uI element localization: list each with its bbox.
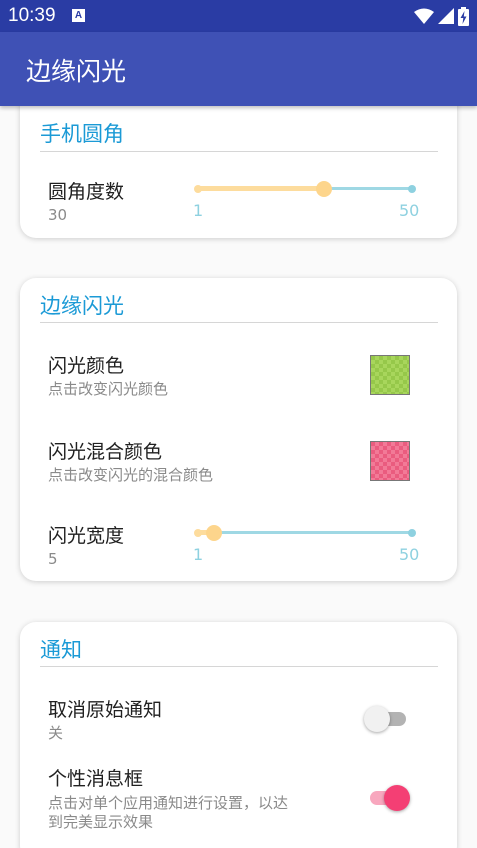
status-icons [414,6,469,26]
notification-card: 通知 取消原始通知 关 个性消息框 点击对单个应用通知进行设置，以达 到完美显示… [20,622,457,848]
switch-thumb [364,706,390,732]
corner-degree-title: 圆角度数 [48,181,125,203]
corner-degree-value: 30 [48,206,68,224]
battery-charging-icon [458,6,469,26]
divider [40,666,438,667]
divider [40,322,438,323]
slider-track [197,531,413,534]
flash-width-title: 闪光宽度 [48,525,125,547]
slider-end-dot [408,185,416,193]
notification-icon: A [72,9,85,22]
cancel-original-subtitle: 关 [48,724,64,742]
slider-start-dot [194,185,202,193]
app-title: 边缘闪光 [26,57,127,86]
signal-icon [438,8,454,24]
status-time: 10:39 [8,5,56,26]
slider-min-label: 1 [193,545,204,564]
slider-max-label: 50 [399,201,420,220]
custom-box-switch[interactable] [364,783,410,813]
edge-flash-card: 边缘闪光 闪光颜色 点击改变闪光颜色 闪光混合颜色 点击改变闪光的混合颜色 闪光… [20,278,457,581]
flash-width-value: 5 [48,550,58,568]
corner-degree-slider[interactable] [194,181,416,197]
slider-fill [197,186,325,191]
slider-thumb[interactable] [206,525,223,541]
wifi-icon [414,8,434,24]
slider-min-label: 1 [193,201,204,220]
section-header-notification: 通知 [40,638,82,662]
custom-box-subtitle-line1: 点击对单个应用通知进行设置，以达 [48,794,289,812]
mix-color-subtitle: 点击改变闪光的混合颜色 [48,466,214,484]
divider [40,151,438,152]
app-bar: 边缘闪光 [0,32,477,106]
slider-start-dot [194,529,202,537]
flash-width-slider[interactable] [194,525,416,541]
flash-color-title: 闪光颜色 [48,355,125,377]
status-bar: 10:39 A [0,0,477,32]
corner-radius-card: 手机圆角 圆角度数 30 1 50 [20,100,457,238]
slider-max-label: 50 [399,545,420,564]
slider-thumb[interactable] [316,181,333,197]
slider-end-dot [408,529,416,537]
flash-color-subtitle: 点击改变闪光颜色 [48,380,169,398]
flash-color-swatch[interactable] [370,355,410,395]
cancel-original-title: 取消原始通知 [48,699,163,721]
custom-box-subtitle-line2: 到完美显示效果 [48,813,154,831]
switch-thumb [384,785,410,811]
cancel-original-switch[interactable] [364,704,410,734]
custom-box-title: 个性消息框 [48,768,144,790]
mix-color-title: 闪光混合颜色 [48,441,163,463]
mix-color-swatch[interactable] [370,441,410,481]
section-header-edge-flash: 边缘闪光 [40,294,124,318]
section-header-corner: 手机圆角 [40,122,124,146]
